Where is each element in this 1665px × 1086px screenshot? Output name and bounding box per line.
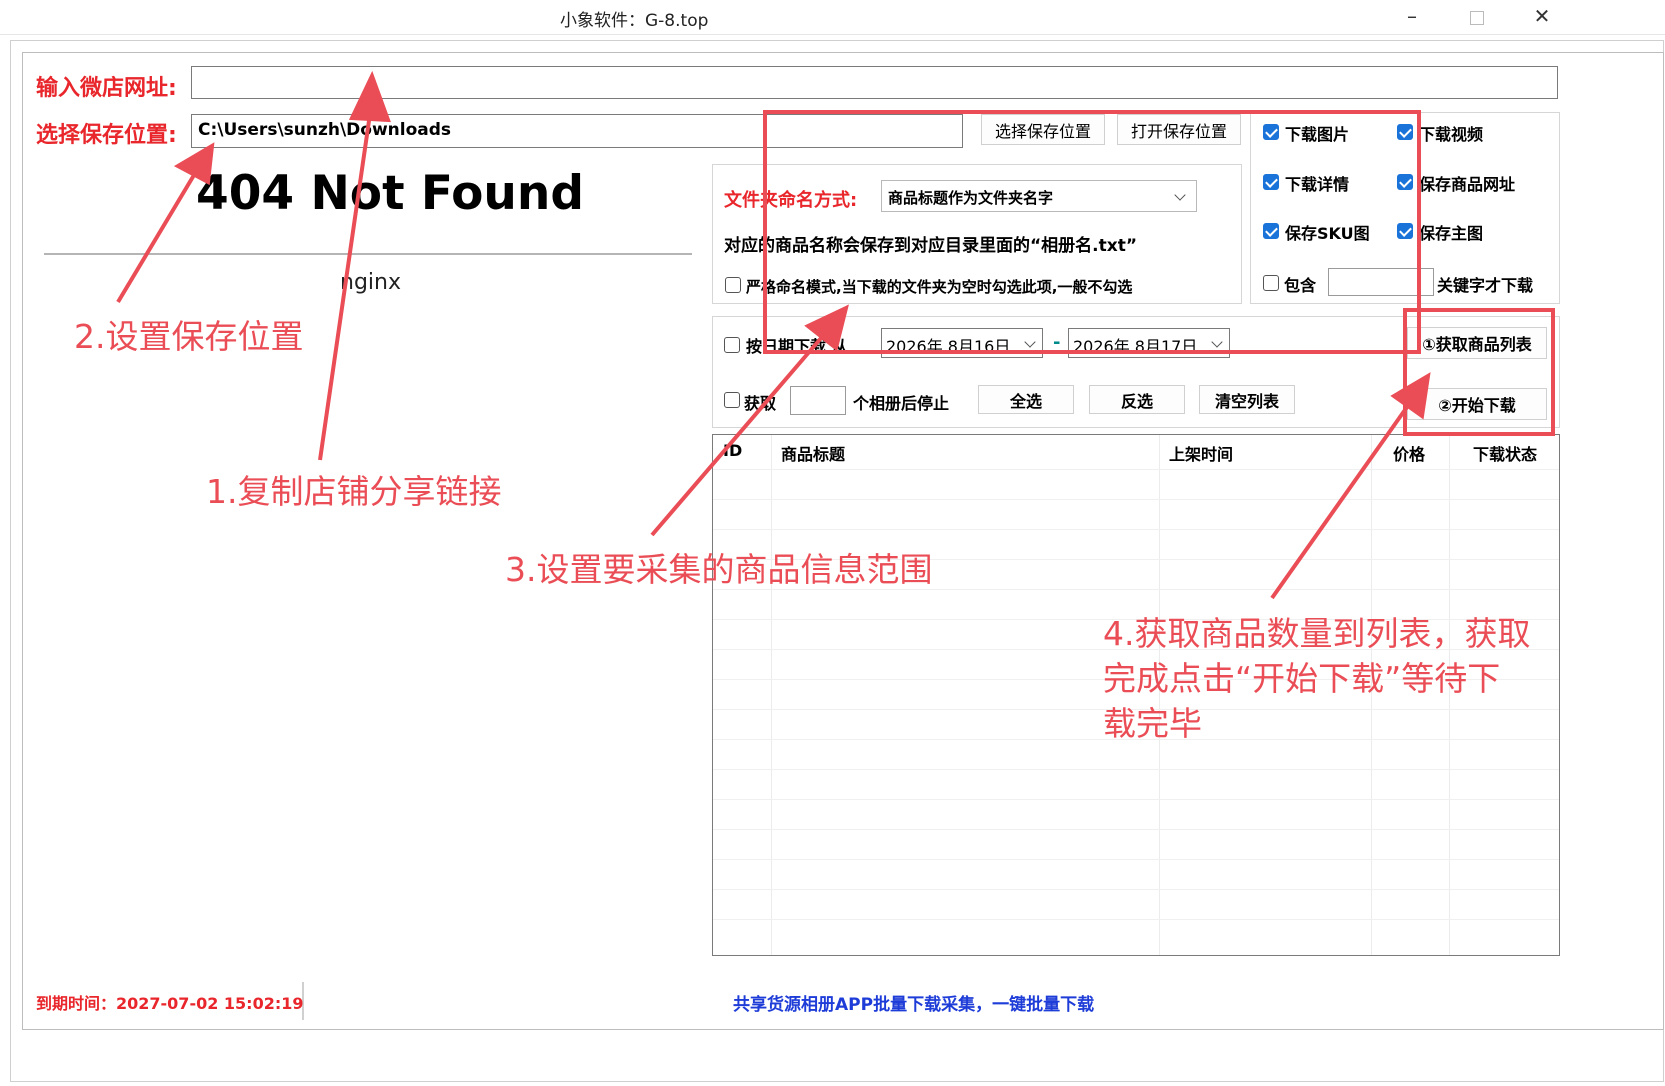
arrow-step4-shaft [1270,398,1414,600]
annotation-step4-line2: 完成点击“开始下载”等待下 [1103,659,1501,698]
arrow-step2-head [173,142,215,186]
annotation-step3: 3.设置要采集的商品信息范围 [505,550,933,589]
arrow-step2-shaft [116,163,202,304]
arrow-step3-head [804,304,849,352]
annotation-step1: 1.复制店铺分享链接 [206,472,502,511]
arrow-step3-shaft [650,328,830,537]
annotation-step4-line3: 载完毕 [1103,704,1202,743]
arrow-step1-shaft [318,99,374,461]
annotation-step2: 2.设置保存位置 [74,317,304,356]
arrow-step1-head [348,70,391,123]
annotation-step4-line1: 4.获取商品数量到列表，获取 [1103,614,1531,653]
arrow-step4-head [1390,372,1431,420]
